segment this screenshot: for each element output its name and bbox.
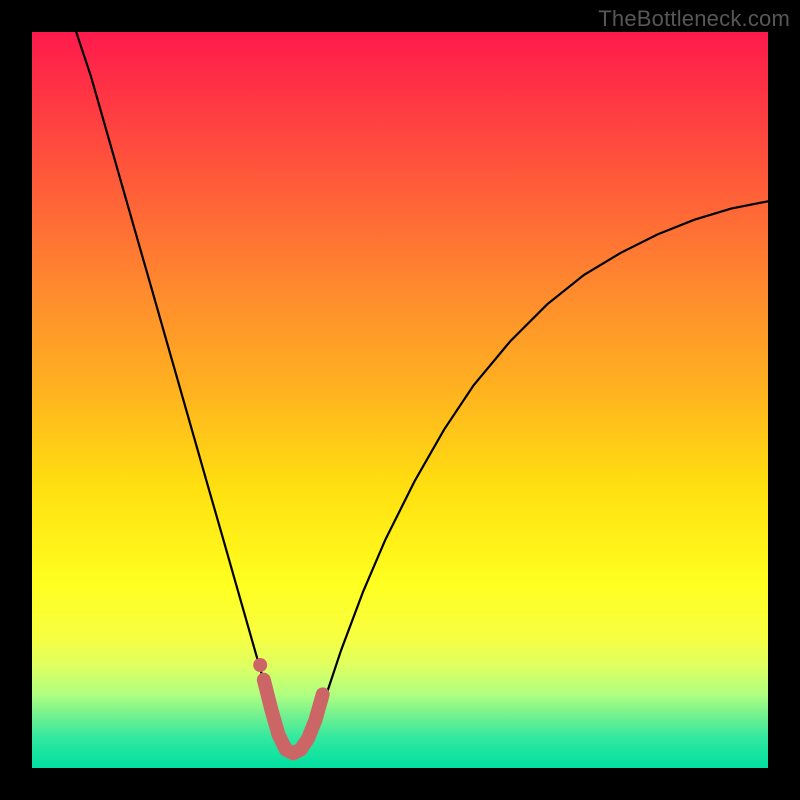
basin-highlight: [264, 680, 323, 754]
basin-dot: [253, 658, 267, 672]
plot-svg: [32, 32, 768, 768]
bottleneck-curve: [76, 32, 768, 753]
watermark-text: TheBottleneck.com: [598, 6, 790, 32]
chart-area: [32, 32, 768, 768]
